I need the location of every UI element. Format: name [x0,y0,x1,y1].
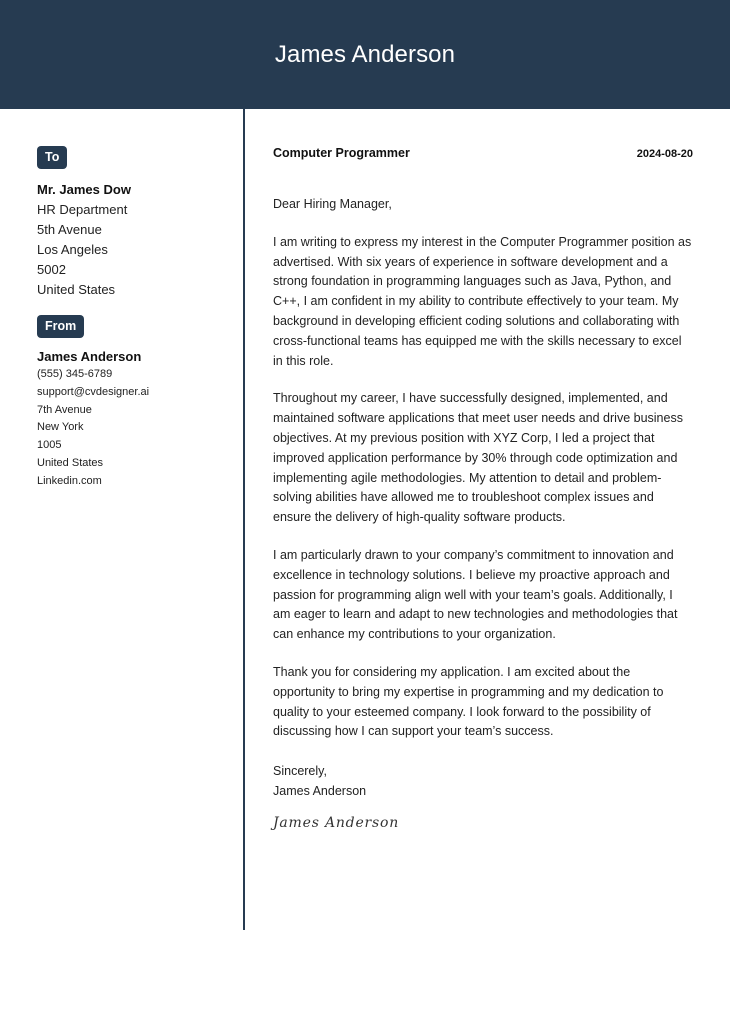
sender-postal-code: 1005 [37,439,62,452]
recipient-country: United States [37,282,116,297]
from-badge: From [37,315,85,338]
sender-name: James Anderson [37,349,142,364]
recipient-block: Mr. James Dow HR Department 5th Avenue L… [37,180,227,300]
sender-phone: (555) 345-6789 [37,368,113,380]
header-name: James Anderson [274,40,456,68]
paragraph-4: Thank you for considering my application… [273,664,664,739]
recipient-name: Mr. James Dow [37,182,131,197]
signature: James Anderson [273,814,400,831]
letter-date: 2024-08-20 [636,148,693,160]
recipient-street: 5th Avenue [37,222,102,237]
sidebar: To Mr. James Dow HR Department 5th Avenu… [37,146,227,487]
sender-email: support@cvdesigner.ai [37,385,150,398]
letter-meta: Computer Programmer 2024-08-20 [273,146,693,164]
column-divider [243,109,245,930]
paragraph-2: Throughout my career, I have successfull… [273,391,683,525]
job-position: Computer Programmer [273,146,410,160]
to-badge: To [37,146,68,169]
sender-block: James Anderson (555) 345-6789 support@cv… [37,348,237,491]
sender-linkedin: Linkedin.com [37,474,102,487]
letter-body: Computer Programmer 2024-08-20 Dear Hiri… [273,146,693,831]
salutation: Dear Hiring Manager, [273,197,392,211]
paragraph-3: I am particularly drawn to your company’… [273,547,678,642]
recipient-department: HR Department [37,202,128,217]
closing-phrase: Sincerely, [273,764,327,779]
sender-country: United States [37,456,104,469]
closing-name: James Anderson [273,783,367,798]
recipient-city: Los Angeles [37,242,108,257]
page-header: James Anderson [0,0,730,109]
recipient-postal-code: 5002 [37,262,66,277]
paragraph-1: I am writing to express my interest in t… [273,234,692,368]
sender-street: 7th Avenue [37,403,92,416]
sender-city: New York [37,421,84,434]
closing: Sincerely, James Anderson [273,762,693,802]
